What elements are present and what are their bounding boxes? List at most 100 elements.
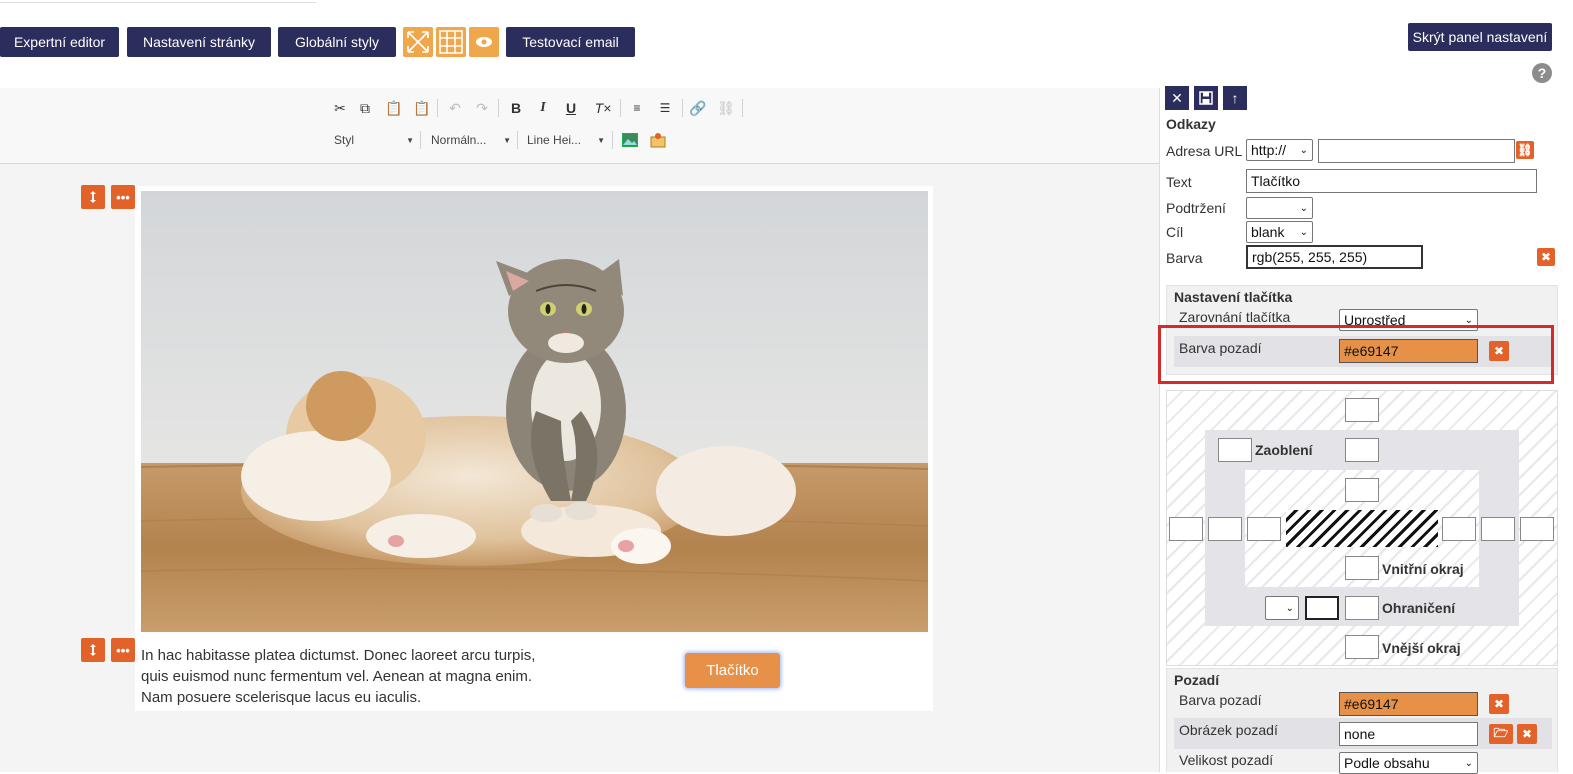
style-combo[interactable]: Styl ▼: [334, 131, 414, 149]
button-align-label: Zarovnání tlačítka: [1179, 309, 1291, 325]
template-icon[interactable]: [648, 130, 668, 150]
chevron-down-icon: ⌄: [1299, 226, 1308, 238]
more-icon: •••: [116, 642, 130, 658]
paste-text-icon[interactable]: 📋: [412, 98, 432, 118]
margin-right-input[interactable]: [1520, 517, 1554, 541]
protocol-select[interactable]: http:// ⌄: [1246, 139, 1313, 161]
image-icon[interactable]: [620, 130, 640, 150]
toolbar-separator: [742, 99, 743, 117]
underline-label: Podtržení: [1166, 200, 1226, 216]
underline-select[interactable]: ⌄: [1246, 197, 1313, 219]
copy-icon[interactable]: ⧉: [355, 98, 375, 118]
link-picker-button[interactable]: ⛓: [1516, 141, 1534, 159]
close-icon: ✖: [1493, 697, 1505, 711]
padding-right-input[interactable]: [1442, 517, 1476, 541]
grid-toggle-button[interactable]: [436, 27, 466, 57]
bg-color-label: Barva pozadí: [1179, 692, 1262, 708]
fullscreen-button[interactable]: [403, 27, 433, 57]
line-height-combo-label: Line Hei...: [527, 133, 582, 147]
move-icon: [90, 191, 96, 203]
test-email-button[interactable]: Testovací email: [506, 27, 635, 57]
padding-left-input[interactable]: [1247, 517, 1281, 541]
clear-bg-color-button[interactable]: ✖: [1489, 694, 1509, 714]
remove-format-icon[interactable]: T×: [593, 98, 613, 118]
arrow-up-icon: ↑: [1231, 90, 1239, 106]
underline-icon[interactable]: U: [561, 98, 581, 118]
body-paragraph[interactable]: In hac habitasse platea dictumst. Donec …: [141, 645, 541, 708]
page-settings-button[interactable]: Nastavení stránky: [127, 27, 271, 57]
border-bottom-input[interactable]: [1345, 596, 1379, 620]
save-icon: [1199, 91, 1213, 105]
bg-image-label: Obrázek pozadí: [1179, 722, 1278, 738]
rounding-input[interactable]: [1218, 438, 1252, 462]
color-input[interactable]: rgb(255, 255, 255): [1246, 245, 1423, 269]
expert-editor-button[interactable]: Expertní editor: [0, 27, 119, 57]
line-height-combo[interactable]: Line Hei... ▼: [527, 131, 605, 149]
bg-color-input[interactable]: #e69147: [1339, 692, 1478, 716]
global-styles-button[interactable]: Globální styly: [278, 27, 396, 57]
move-up-button[interactable]: ↑: [1223, 86, 1247, 110]
bullet-list-icon[interactable]: ☰: [655, 98, 675, 118]
row-options-button[interactable]: •••: [111, 185, 135, 209]
highlight-annotation: [1158, 325, 1554, 384]
browse-image-button[interactable]: 🗁: [1489, 724, 1513, 744]
expand-icon: [407, 31, 429, 53]
toolbar-separator: [682, 99, 683, 117]
numbered-list-icon[interactable]: ≡: [627, 98, 647, 118]
padding-label: Vnitřní okraj: [1382, 561, 1464, 577]
row-move-handle[interactable]: [81, 638, 105, 662]
border-top-input[interactable]: [1345, 438, 1379, 462]
unlink-icon[interactable]: ⛓: [716, 98, 736, 118]
more-icon: •••: [116, 189, 130, 205]
margin-left-input[interactable]: [1169, 517, 1203, 541]
margin-top-input[interactable]: [1345, 398, 1379, 422]
paste-icon[interactable]: 📋: [384, 98, 404, 118]
folder-icon: 🗁: [1493, 725, 1509, 740]
row-options-button[interactable]: •••: [111, 638, 135, 662]
close-button[interactable]: ✕: [1165, 86, 1189, 110]
cat-and-dog-image[interactable]: [141, 191, 928, 632]
help-icon[interactable]: ?: [1532, 63, 1552, 83]
border-right-input[interactable]: [1481, 517, 1515, 541]
background-heading: Pozadí: [1174, 672, 1220, 688]
close-icon: ✖: [1540, 250, 1552, 264]
bg-size-select[interactable]: Podle obsahu ⌄: [1339, 752, 1478, 774]
cta-button[interactable]: Tlačítko: [685, 653, 780, 688]
top-divider: [0, 0, 316, 3]
border-style-select[interactable]: ⌄: [1265, 596, 1299, 620]
color-label: Barva: [1166, 250, 1203, 266]
style-combo-label: Styl: [334, 133, 355, 147]
text-input[interactable]: Tlačítko: [1246, 169, 1537, 193]
toolbar-separator: [620, 99, 621, 117]
redo-icon[interactable]: ↷: [472, 98, 492, 118]
bg-image-input[interactable]: none: [1339, 722, 1478, 746]
italic-icon[interactable]: I: [533, 98, 553, 118]
save-button[interactable]: [1194, 86, 1218, 110]
unlink-icon: ⛓: [1517, 143, 1533, 157]
chevron-down-icon: ⌄: [1299, 144, 1308, 156]
format-combo-label: Normáln...: [431, 133, 487, 147]
cut-icon[interactable]: ✂: [330, 98, 350, 118]
url-input[interactable]: [1318, 139, 1515, 163]
chevron-down-icon: ⌄: [1299, 202, 1308, 214]
target-select[interactable]: blank ⌄: [1246, 221, 1313, 243]
bold-icon[interactable]: B: [506, 98, 526, 118]
border-left-input[interactable]: [1208, 517, 1242, 541]
format-combo[interactable]: Normáln... ▼: [431, 131, 511, 149]
padding-bottom-input[interactable]: [1345, 556, 1379, 580]
clear-color-button[interactable]: ✖: [1537, 248, 1555, 266]
row-move-handle[interactable]: [81, 185, 105, 209]
undo-icon[interactable]: ↶: [445, 98, 465, 118]
margin-bottom-input[interactable]: [1345, 635, 1379, 659]
move-icon: [90, 644, 96, 656]
toolbar-separator: [498, 99, 499, 117]
link-icon[interactable]: 🔗: [688, 98, 708, 118]
toolbar-separator: [612, 131, 613, 149]
border-color-input[interactable]: [1305, 596, 1339, 620]
clear-bg-image-button[interactable]: ✖: [1517, 724, 1537, 744]
hide-settings-panel-button[interactable]: Skrýt panel nastavení: [1408, 23, 1552, 51]
margin-label: Vnější okraj: [1382, 640, 1461, 656]
padding-top-input[interactable]: [1345, 478, 1379, 502]
bg-size-label: Velikost pozadí: [1179, 752, 1274, 768]
preview-button[interactable]: [469, 27, 499, 57]
